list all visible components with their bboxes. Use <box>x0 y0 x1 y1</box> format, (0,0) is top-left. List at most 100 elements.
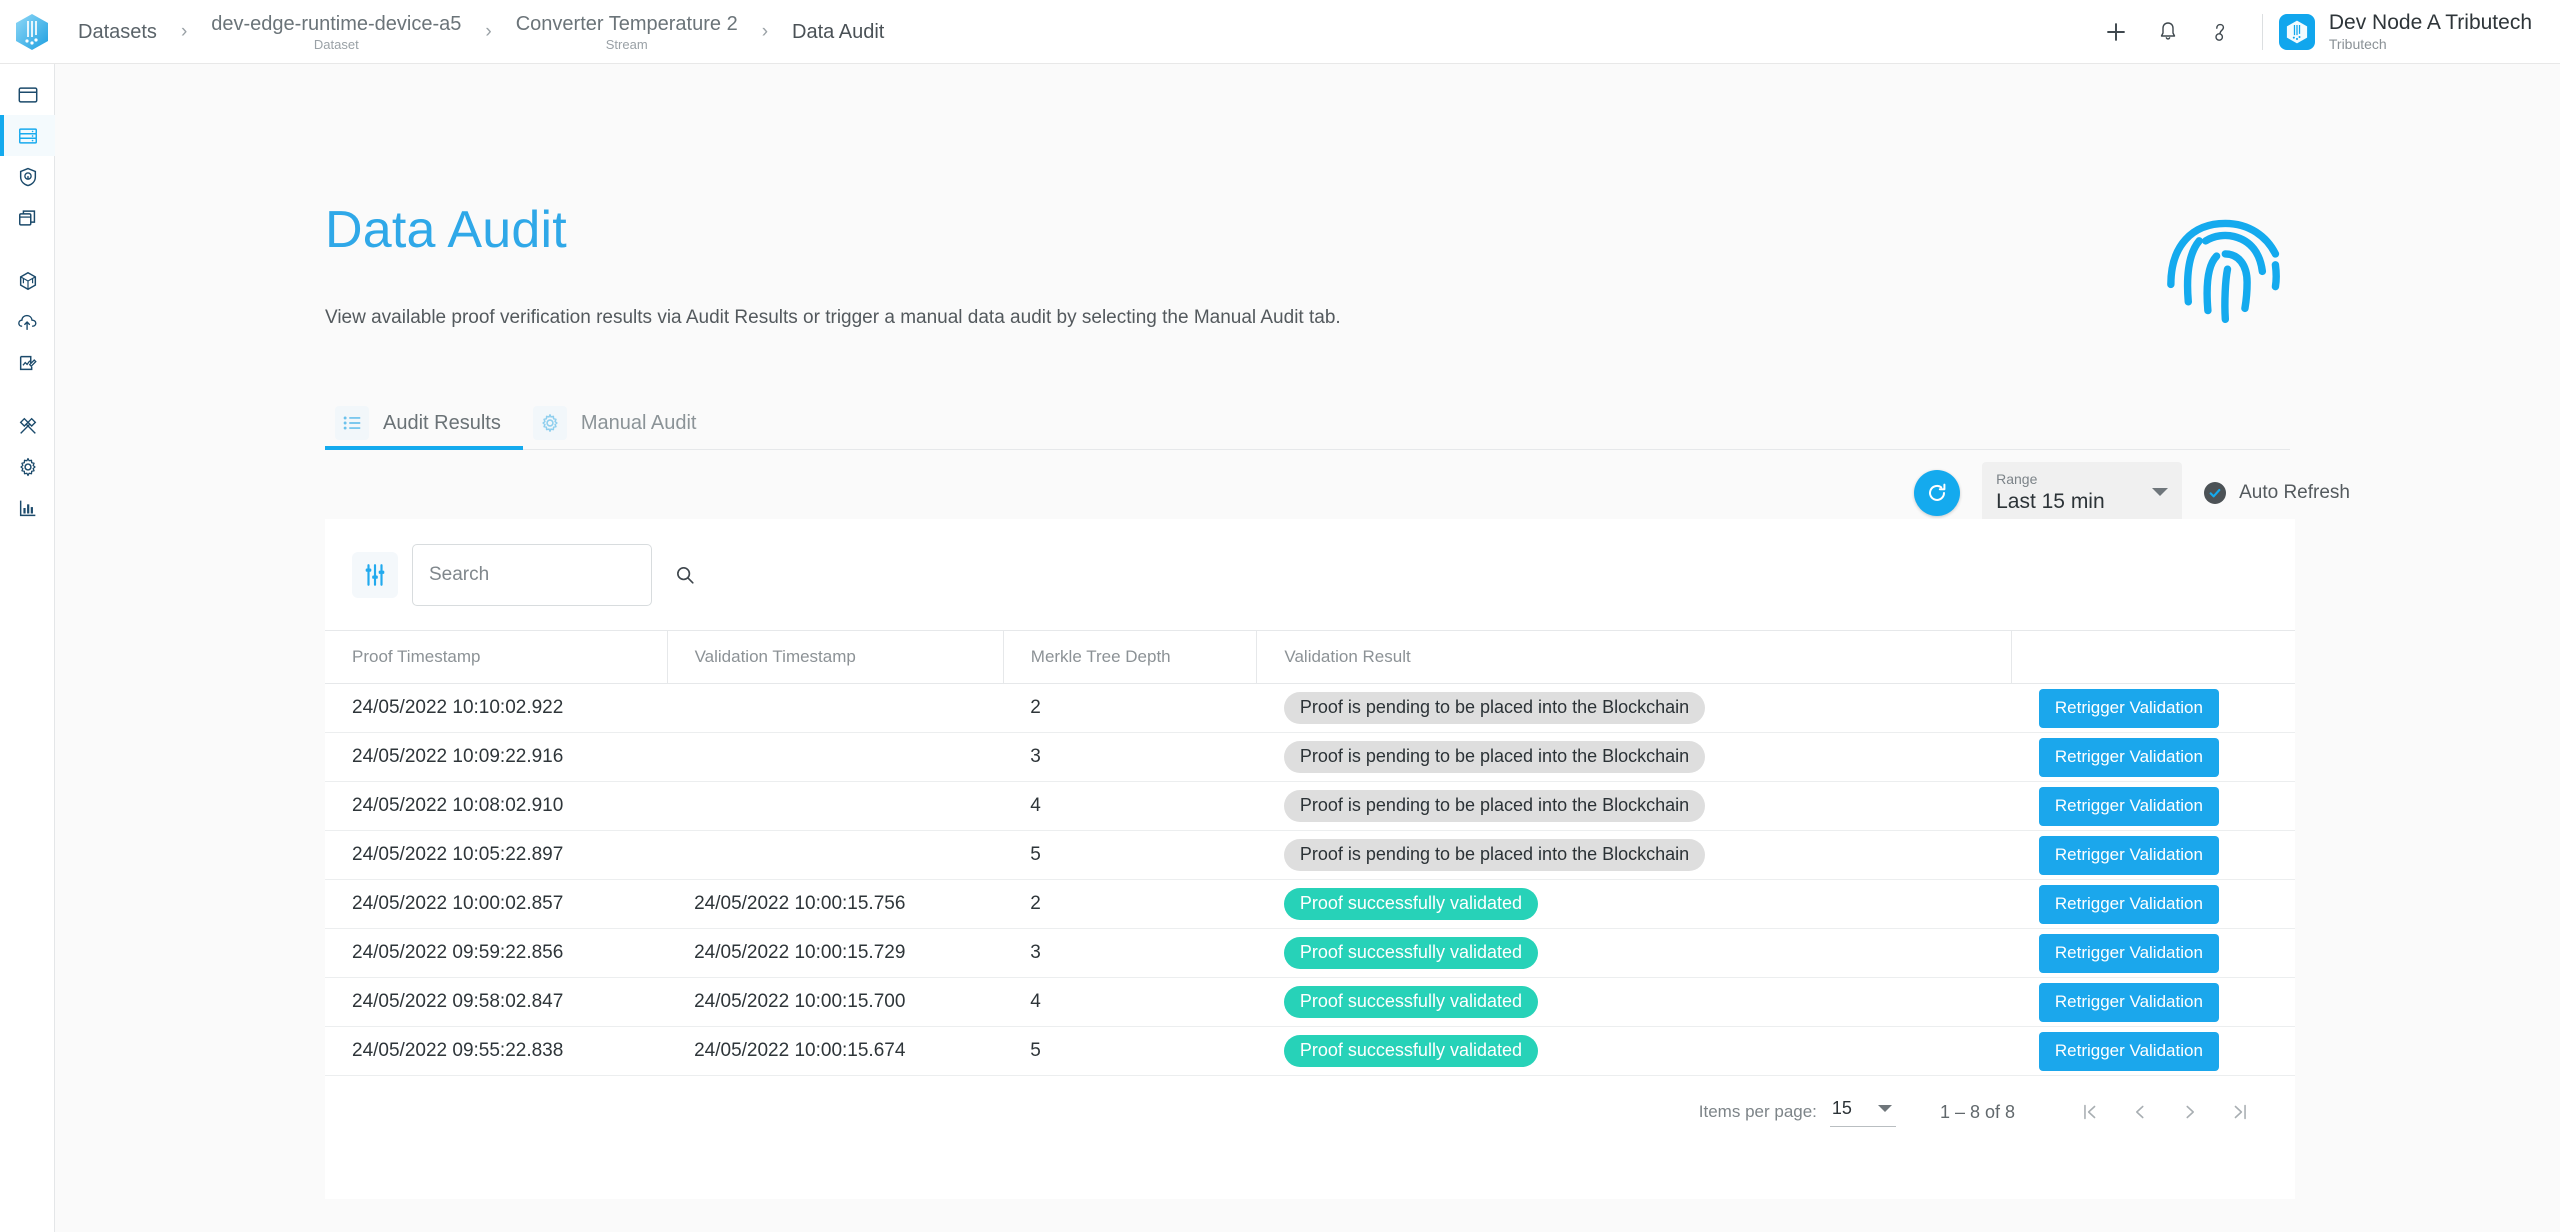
paginator: Items per page: 15 1 – 8 of 8 <box>325 1076 2295 1148</box>
cell-validation-result: Proof successfully validated <box>1256 879 2012 929</box>
cell-merkle-tree-depth: 3 <box>1003 732 1257 782</box>
first-page-button[interactable] <box>2065 1090 2115 1134</box>
retrigger-validation-button[interactable]: Retrigger Validation <box>2038 982 2219 1022</box>
sidebar-item-security[interactable] <box>0 156 55 197</box>
sidebar-item-datasets[interactable] <box>0 115 55 156</box>
status-badge: Proof successfully validated <box>1283 986 1538 1018</box>
search-box[interactable] <box>412 544 694 606</box>
status-badge: Proof successfully validated <box>1283 888 1538 920</box>
cell-actions: Retrigger Validation <box>2011 830 2295 880</box>
table-row[interactable]: 24/05/2022 10:00:02.857 24/05/2022 10:00:… <box>325 879 2295 929</box>
filter-button[interactable] <box>352 552 398 598</box>
pagination-range-label: 1 – 8 of 8 <box>1939 1101 2015 1122</box>
search-icon[interactable] <box>674 564 696 586</box>
sidebar-item-network[interactable] <box>0 260 55 301</box>
cell-validation-result: Proof successfully validated <box>1256 928 2012 978</box>
retrigger-validation-button[interactable]: Retrigger Validation <box>2038 884 2219 924</box>
layers-icon <box>18 209 35 226</box>
tab-bar: Audit Results Manual Audit <box>325 394 2290 450</box>
table-row[interactable]: 24/05/2022 09:59:22.856 24/05/2022 10:00:… <box>325 928 2295 978</box>
retrigger-validation-button[interactable]: Retrigger Validation <box>2038 786 2219 826</box>
filter-sliders-icon <box>365 564 385 586</box>
sidebar-item-tools[interactable] <box>0 405 55 446</box>
retrigger-validation-button[interactable]: Retrigger Validation <box>2038 688 2219 728</box>
breadcrumb-item-data-audit[interactable]: Data Audit <box>786 20 890 44</box>
breadcrumb-separator: › <box>485 21 492 42</box>
breadcrumb-item-dataset[interactable]: dev-edge-runtime-device-a5 Dataset <box>205 12 467 52</box>
check-circle-icon <box>2204 482 2227 504</box>
table-row[interactable]: 24/05/2022 10:08:02.910 4 Proof is pending… <box>325 781 2295 831</box>
sidebar-item-edit-document[interactable] <box>0 342 55 383</box>
sidebar <box>0 64 55 1232</box>
cell-proof-timestamp: 24/05/2022 09:55:22.838 <box>325 1026 668 1076</box>
add-button[interactable] <box>2090 6 2142 58</box>
table-row[interactable]: 24/05/2022 09:55:22.838 24/05/2022 10:00:… <box>325 1026 2295 1076</box>
cell-validation-timestamp: 24/05/2022 10:00:15.700 <box>667 977 1004 1027</box>
user-name: Dev Node A Tributech <box>2328 11 2532 34</box>
retrigger-validation-button[interactable]: Retrigger Validation <box>2038 933 2219 973</box>
list-icon <box>335 406 369 440</box>
cell-validation-timestamp <box>667 781 1004 831</box>
status-badge: Proof is pending to be placed into the B… <box>1283 839 1706 871</box>
sidebar-item-dashboard[interactable] <box>0 74 55 115</box>
table-row[interactable]: 24/05/2022 09:58:02.847 24/05/2022 10:00:… <box>325 977 2295 1027</box>
shield-lock-icon <box>19 167 36 186</box>
column-header-validation-timestamp[interactable]: Validation Timestamp <box>666 630 1004 684</box>
gear-icon <box>532 406 567 440</box>
next-page-button[interactable] <box>2165 1090 2215 1134</box>
cell-validation-timestamp: 24/05/2022 10:00:15.674 <box>667 1026 1004 1076</box>
cell-merkle-tree-depth: 5 <box>1003 1026 1257 1076</box>
refresh-button[interactable] <box>1914 470 1961 516</box>
user-menu[interactable]: Dev Node A Tributech Tributech <box>2278 11 2544 52</box>
cell-actions: Retrigger Validation <box>2011 781 2295 831</box>
app-logo[interactable] <box>0 0 64 64</box>
cell-actions: Retrigger Validation <box>2011 928 2295 978</box>
cell-merkle-tree-depth: 5 <box>1003 830 1257 880</box>
sidebar-item-upload[interactable] <box>0 301 55 342</box>
retrigger-validation-button[interactable]: Retrigger Validation <box>2038 737 2219 777</box>
avatar <box>2278 13 2315 50</box>
table-row[interactable]: 24/05/2022 10:09:22.916 3 Proof is pending… <box>325 732 2295 782</box>
breadcrumb-label: Datasets <box>78 20 157 43</box>
cell-proof-timestamp: 24/05/2022 10:09:22.916 <box>325 732 668 782</box>
items-per-page-value: 15 <box>1831 1097 1852 1118</box>
chevron-down-icon <box>1877 1104 1892 1112</box>
last-page-button[interactable] <box>2215 1090 2265 1134</box>
column-header-validation-result[interactable]: Validation Result <box>1256 630 2012 684</box>
table-row[interactable]: 24/05/2022 10:10:02.922 2 Proof is pending… <box>325 683 2295 733</box>
column-header-proof-timestamp[interactable]: Proof Timestamp <box>325 630 668 684</box>
retrigger-validation-button[interactable]: Retrigger Validation <box>2038 835 2219 875</box>
tab-label: Manual Audit <box>580 411 697 434</box>
column-header-actions <box>2011 630 2295 684</box>
breadcrumb-item-datasets[interactable]: Datasets <box>72 20 163 44</box>
breadcrumb: Datasets › dev-edge-runtime-device-a5 Da… <box>64 0 890 64</box>
top-bar-actions: Dev Node A Tributech Tributech <box>2090 0 2560 64</box>
cell-validation-result: Proof successfully validated <box>1256 977 2012 1027</box>
previous-page-button[interactable] <box>2115 1090 2165 1134</box>
sidebar-item-layers[interactable] <box>0 197 55 238</box>
search-input[interactable] <box>429 564 674 586</box>
breadcrumb-item-stream[interactable]: Converter Temperature 2 Stream <box>510 12 744 52</box>
sidebar-item-analytics[interactable] <box>0 487 55 528</box>
help-button[interactable] <box>2194 6 2246 58</box>
retrigger-validation-button[interactable]: Retrigger Validation <box>2038 1031 2219 1071</box>
range-select[interactable]: Range Last 15 min <box>1982 462 2183 524</box>
user-info: Dev Node A Tributech Tributech <box>2329 11 2532 52</box>
table-body: 24/05/2022 10:10:02.922 2 Proof is pending… <box>325 683 2295 1076</box>
cell-validation-timestamp <box>667 732 1004 782</box>
cell-actions: Retrigger Validation <box>2011 732 2295 782</box>
table-row[interactable]: 24/05/2022 10:05:22.897 5 Proof is pending… <box>325 830 2295 880</box>
notifications-button[interactable] <box>2142 6 2194 58</box>
column-header-merkle-tree-depth[interactable]: Merkle Tree Depth <box>1002 630 1257 684</box>
settings-gear-icon <box>19 457 36 476</box>
tab-manual-audit[interactable]: Manual Audit <box>523 397 719 449</box>
breadcrumb-label: Data Audit <box>792 20 885 43</box>
cell-validation-result: Proof is pending to be placed into the B… <box>1256 683 2012 733</box>
plus-icon <box>2107 22 2125 41</box>
items-per-page-select[interactable]: 15 <box>1829 1097 1896 1127</box>
auto-refresh-toggle[interactable]: Auto Refresh <box>2204 482 2350 504</box>
sidebar-item-settings[interactable] <box>0 446 55 487</box>
app-root: Datasets › dev-edge-runtime-device-a5 Da… <box>0 0 2560 1232</box>
breadcrumb-label: dev-edge-runtime-device-a5 <box>211 12 462 35</box>
tab-audit-results[interactable]: Audit Results <box>325 397 523 450</box>
